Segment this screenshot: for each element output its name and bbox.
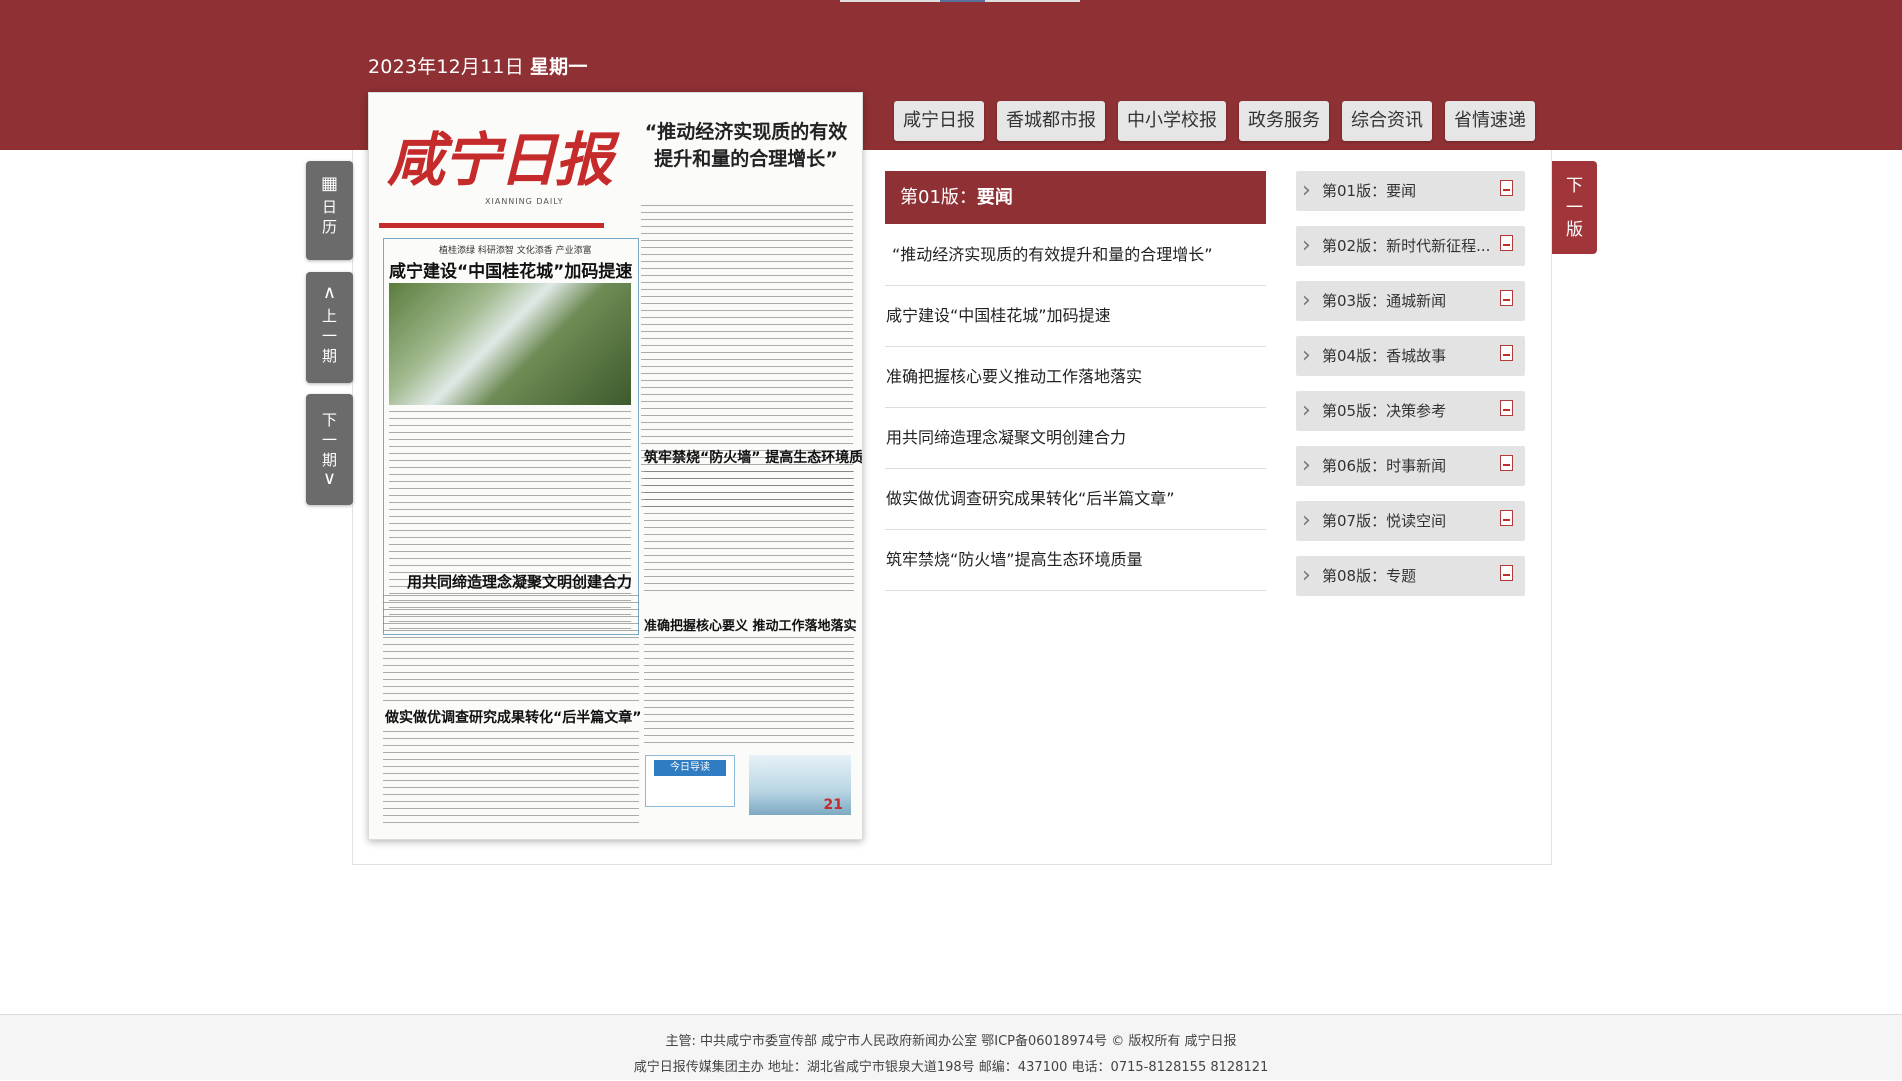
previous-issue-button[interactable]: ∧ 上 一 期	[306, 272, 353, 383]
chevron-right-icon: ›	[1302, 398, 1311, 423]
paper-subhead-fire: 筑牢禁烧“防火墙” 提高生态环境质量	[644, 450, 863, 466]
chevron-right-icon: ›	[1302, 453, 1311, 478]
article-link[interactable]: 咸宁建设“中国桂花城”加码提速	[885, 286, 1266, 347]
nav-tab-school-paper[interactable]: 中小学校报	[1118, 101, 1226, 141]
page-item[interactable]: › 第03版：通城新闻	[1296, 281, 1525, 321]
article-link[interactable]: 准确把握核心要义推动工作落地落实	[885, 347, 1266, 408]
prev-label-3: 期	[321, 347, 337, 365]
next-label-1: 下	[321, 411, 337, 429]
next-label-2: 一	[321, 431, 337, 449]
page-item-label: 第04版：香城故事	[1322, 347, 1447, 365]
pdf-icon[interactable]	[1500, 235, 1513, 251]
issue-weekday: 星期一	[529, 56, 588, 78]
article-list: “推动经济实现质的有效提升和量的合理增长” 咸宁建设“中国桂花城”加码提速 准确…	[885, 225, 1266, 591]
page-item-label: 第01版：要闻	[1322, 182, 1417, 200]
paper-subhead-civility: 用共同缔造理念凝聚文明创建合力	[407, 573, 633, 591]
page-item-label: 第06版：时事新闻	[1322, 457, 1447, 475]
paper-subhead-core: 准确把握核心要义 推动工作落地落实	[644, 619, 857, 634]
page-list: › 第01版：要闻 › 第02版：新时代新征程... › 第03版：通城新闻 › 第04…	[1296, 171, 1525, 611]
next-page-button[interactable]: 下 一 版	[1552, 161, 1597, 254]
page-item[interactable]: › 第08版：专题	[1296, 556, 1525, 596]
next-page-label-1: 下	[1566, 176, 1583, 196]
chevron-down-icon: ∨	[322, 468, 337, 489]
core-article-text	[644, 637, 854, 749]
page-item-label: 第07版：悦读空间	[1322, 512, 1447, 530]
chevron-right-icon: ›	[1302, 508, 1311, 533]
page-item[interactable]: › 第05版：决策参考	[1296, 391, 1525, 431]
paper-advertisement: 21	[749, 755, 851, 815]
pdf-icon[interactable]	[1500, 290, 1513, 306]
nav-tab-general-info[interactable]: 综合资讯	[1342, 101, 1432, 141]
calendar-button[interactable]: ▦ 日 历	[306, 161, 353, 260]
footer-credits: 主管: 中共咸宁市委宣传部 咸宁市人民政府新闻办公室 鄂ICP备06018974…	[665, 1034, 1237, 1049]
ad-number: 21	[823, 797, 843, 813]
todays-guide-label: 今日导读	[654, 760, 726, 776]
chevron-right-icon: ›	[1302, 233, 1311, 258]
nav-tab-government-service[interactable]: 政务服务	[1239, 101, 1329, 141]
feature-kicker: 植桂添绿 科研添智 文化添香 产业添富	[439, 246, 592, 256]
page-item[interactable]: › 第07版：悦读空间	[1296, 501, 1525, 541]
article-link[interactable]: 筑牢禁烧“防火墙”提高生态环境质量	[885, 530, 1266, 591]
edition-number: 第01版：	[900, 187, 977, 208]
chevron-right-icon: ›	[1302, 343, 1311, 368]
current-edition-header: 第01版：要闻	[885, 171, 1266, 224]
page-item[interactable]: › 第02版：新时代新征程...	[1296, 226, 1525, 266]
article-link[interactable]: 用共同缔造理念凝聚文明创建合力	[885, 408, 1266, 469]
chevron-up-icon: ∧	[322, 282, 337, 303]
civility-article-text	[383, 595, 639, 705]
page-item[interactable]: › 第01版：要闻	[1296, 171, 1525, 211]
footer: 主管: 中共咸宁市委宣传部 咸宁市人民政府新闻办公室 鄂ICP备06018974…	[0, 1014, 1902, 1080]
front-page-image[interactable]: 咸宁日报 XIANNING DAILY “推动经济实现质的有效提升和量的合理增长…	[368, 92, 863, 840]
pdf-icon[interactable]	[1500, 455, 1513, 471]
publication-nav: 咸宁日报 香城都市报 中小学校报 政务服务 综合资讯 省情速递	[894, 101, 1535, 141]
page-item-label: 第02版：新时代新征程...	[1322, 237, 1491, 255]
footer-address: 咸宁日报传媒集团主办 地址：湖北省咸宁市银泉大道198号 邮编：437100 电…	[633, 1060, 1269, 1075]
nav-tab-xiangcheng-metro[interactable]: 香城都市报	[997, 101, 1105, 141]
todays-guide: 今日导读	[645, 755, 735, 807]
osmanthus-photo	[389, 283, 631, 405]
paper-subhead-research: 做实做优调查研究成果转化“后半篇文章”	[385, 710, 642, 726]
paper-headline: “推动经济实现质的有效提升和量的合理增长”	[644, 121, 848, 170]
fire-article-text	[644, 471, 854, 591]
page-item-label: 第03版：通城新闻	[1322, 292, 1447, 310]
prev-label-1: 上	[321, 307, 337, 325]
masthead-rule	[379, 223, 604, 228]
chevron-right-icon: ›	[1302, 178, 1311, 203]
pdf-icon[interactable]	[1500, 400, 1513, 416]
page-item[interactable]: › 第04版：香城故事	[1296, 336, 1525, 376]
feature-title: 咸宁建设“中国桂花城”加码提速	[389, 262, 633, 282]
top-accent-line-blue	[940, 0, 985, 2]
next-issue-button[interactable]: 下 一 期 ∨	[306, 394, 353, 505]
pdf-icon[interactable]	[1500, 180, 1513, 196]
chevron-right-icon: ›	[1302, 288, 1311, 313]
edition-name: 要闻	[976, 187, 1013, 208]
nav-tab-xianning-daily[interactable]: 咸宁日报	[894, 101, 984, 141]
issue-date: 2023年12月11日 星期一	[368, 52, 588, 79]
issue-date-text: 2023年12月11日	[368, 56, 524, 78]
calendar-icon: ▦	[320, 173, 338, 194]
next-label-3: 期	[321, 451, 337, 469]
pdf-icon[interactable]	[1500, 565, 1513, 581]
pdf-icon[interactable]	[1500, 345, 1513, 361]
page-item[interactable]: › 第06版：时事新闻	[1296, 446, 1525, 486]
calendar-label-2: 历	[321, 218, 337, 236]
paper-masthead: 咸宁日报	[387, 126, 613, 194]
research-article-text	[383, 731, 639, 823]
calendar-label-1: 日	[321, 198, 337, 216]
page-item-label: 第05版：决策参考	[1322, 402, 1447, 420]
prev-label-2: 一	[321, 327, 337, 345]
pdf-icon[interactable]	[1500, 510, 1513, 526]
page-item-label: 第08版：专题	[1322, 567, 1417, 585]
nav-tab-province-news[interactable]: 省情速递	[1445, 101, 1535, 141]
paper-masthead-subtitle: XIANNING DAILY	[485, 197, 564, 206]
next-page-label-2: 一	[1566, 198, 1583, 218]
article-link[interactable]: “推动经济实现质的有效提升和量的合理增长”	[885, 225, 1266, 286]
next-page-label-3: 版	[1566, 220, 1583, 240]
article-link[interactable]: 做实做优调查研究成果转化“后半篇文章”	[885, 469, 1266, 530]
chevron-right-icon: ›	[1302, 563, 1311, 588]
